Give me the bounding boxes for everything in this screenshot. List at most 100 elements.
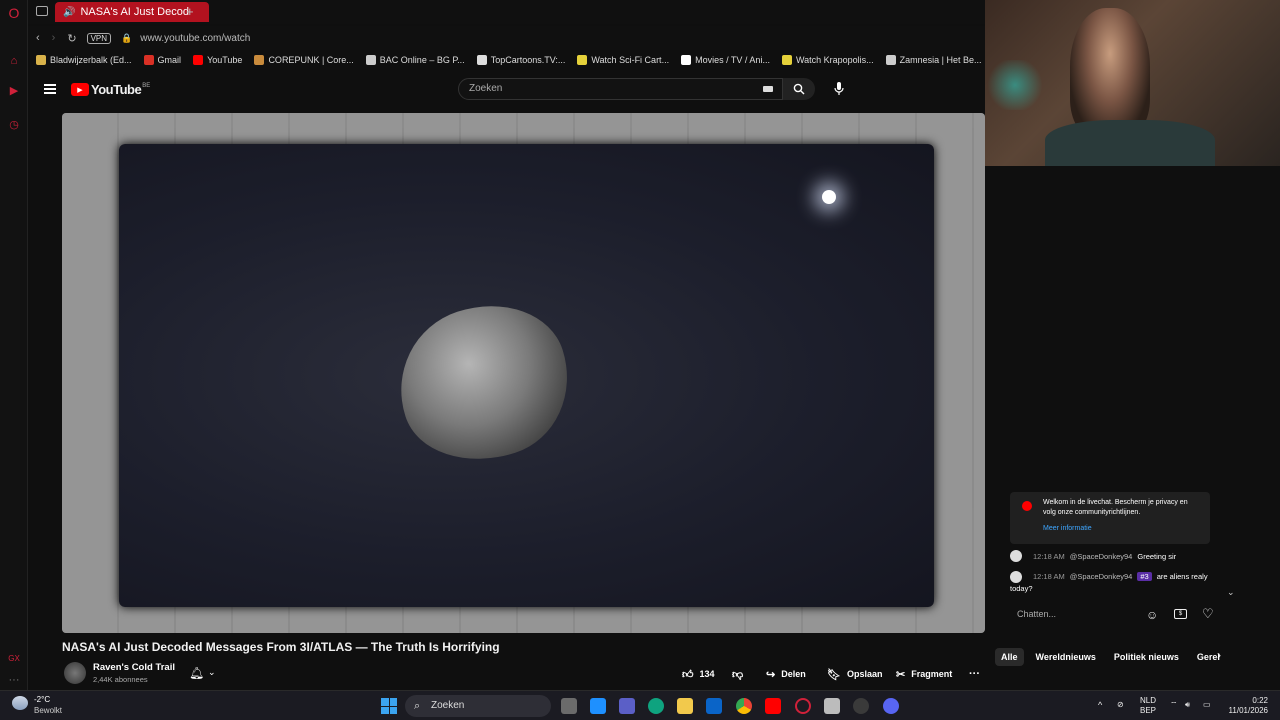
- edge-icon[interactable]: [648, 698, 664, 714]
- bookmark-item[interactable]: Zamnesia | Het Be...: [885, 55, 982, 65]
- outlook-icon[interactable]: [706, 698, 722, 714]
- chat-message: 12:18 AM @SpaceDonkey94 Greeting sir: [1010, 550, 1176, 562]
- settings-icon[interactable]: [853, 698, 869, 714]
- bookmark-item[interactable]: Movies / TV / Ani...: [681, 55, 770, 65]
- emoji-icon[interactable]: ☺: [1146, 608, 1158, 622]
- asteroid: [379, 284, 589, 482]
- store-icon[interactable]: [590, 698, 606, 714]
- volume-icon[interactable]: 🔊︎: [1185, 700, 1190, 710]
- bell-icon[interactable]: 🔔︎: [189, 666, 204, 680]
- windows-taskbar: -2°C Bewolkt ⌕ Zoeken ^ ⊘ NLD BEP ⌔ 🔊︎ ▭…: [0, 690, 1280, 720]
- teams-icon[interactable]: [619, 698, 635, 714]
- corepunk-icon: [254, 55, 265, 65]
- chevron-down-icon[interactable]: ⌄: [208, 667, 216, 678]
- channel-avatar[interactable]: [64, 662, 86, 684]
- weather-icon[interactable]: [12, 696, 28, 710]
- forward-icon[interactable]: ›: [52, 32, 56, 44]
- gx-icon[interactable]: GX: [6, 650, 22, 666]
- weather-desc[interactable]: Bewolkt: [34, 706, 62, 715]
- save-button[interactable]: 🔖︎ Opslaan: [827, 664, 882, 684]
- youtube-badge-icon: [1022, 501, 1032, 511]
- taskbar-search[interactable]: ⌕ Zoeken: [405, 695, 551, 717]
- youtube-logo[interactable]: ▶ YouTube BE: [71, 82, 150, 97]
- like-button[interactable]: 👍︎ 134: [682, 664, 715, 684]
- krapopolis-icon: [781, 55, 792, 65]
- scroll-down-icon[interactable]: ⌄: [1227, 587, 1235, 598]
- menu-icon[interactable]: [44, 84, 56, 94]
- subscriber-count: 2,44K abonnees: [93, 675, 148, 684]
- avatar: [1010, 550, 1022, 562]
- bookmark-item[interactable]: YouTube: [193, 55, 242, 65]
- keyboard-icon[interactable]: [763, 86, 773, 92]
- live-chat-panel: [995, 166, 1240, 638]
- folder-icon: [36, 55, 46, 65]
- shopping-icon[interactable]: ⌂: [6, 53, 22, 69]
- channel-name[interactable]: Raven's Cold Trail: [93, 662, 175, 673]
- clip-button[interactable]: ✂ Fragment: [896, 664, 952, 684]
- chevron-right-icon[interactable]: ›: [1217, 648, 1221, 662]
- super-chat-icon[interactable]: $: [1174, 609, 1187, 619]
- search-button[interactable]: [783, 78, 815, 100]
- youtube-sidebar-icon[interactable]: ▶: [6, 82, 22, 98]
- scissors-icon: ✂: [896, 668, 906, 681]
- youtube-header: ▶ YouTube BE Zoeken: [28, 72, 985, 108]
- bookmark-item[interactable]: COREPUNK | Core...: [254, 55, 354, 65]
- tab-title: NASA's AI Just Decod: [80, 6, 189, 18]
- bookmark-item[interactable]: Gmail: [143, 55, 181, 65]
- bookmark-item[interactable]: Watch Krapopolis...: [781, 55, 874, 65]
- mic-icon[interactable]: [833, 81, 845, 97]
- search-icon: [793, 83, 805, 95]
- url-field[interactable]: www.youtube.com/watch: [140, 33, 250, 44]
- bookmark-item[interactable]: Bladwijzerbalk (Ed...: [36, 55, 132, 65]
- calculator-icon[interactable]: [824, 698, 840, 714]
- discord-icon[interactable]: [883, 698, 899, 714]
- search-icon: ⌕: [414, 700, 421, 712]
- more-icon[interactable]: ···: [6, 672, 22, 688]
- chip-wereldnieuws[interactable]: Wereldnieuws: [1030, 648, 1102, 666]
- history-icon[interactable]: ◷: [6, 116, 22, 132]
- wifi-icon[interactable]: ⌔: [1170, 700, 1178, 710]
- video-player[interactable]: [62, 113, 985, 633]
- more-actions-icon[interactable]: ···: [969, 664, 980, 684]
- heart-icon[interactable]: ♡: [1202, 606, 1214, 622]
- clock[interactable]: 0:22 11/01/2026: [1224, 696, 1268, 716]
- chat-input[interactable]: Chatten...: [1017, 609, 1056, 619]
- reload-icon[interactable]: ↻: [67, 32, 76, 45]
- dislike-button[interactable]: 👎︎: [732, 664, 743, 684]
- webcam-shoulders: [1045, 120, 1215, 166]
- network-off-icon[interactable]: ⊘: [1117, 700, 1124, 710]
- chip-politiek-nieuws[interactable]: Politiek nieuws: [1108, 648, 1185, 666]
- share-button[interactable]: ↪ Delen: [766, 664, 806, 684]
- task-view-icon[interactable]: [561, 698, 577, 714]
- member-badge: #3: [1137, 572, 1152, 581]
- chrome-icon[interactable]: [736, 698, 752, 714]
- lock-icon[interactable]: 🔒: [121, 33, 132, 44]
- youtube-app-icon[interactable]: [765, 698, 781, 714]
- battery-icon[interactable]: ▭: [1203, 700, 1211, 710]
- bookmark-item[interactable]: Watch Sci-Fi Cart...: [577, 55, 669, 65]
- opera-logo-icon[interactable]: O: [6, 5, 22, 21]
- opera-gx-icon[interactable]: [795, 698, 811, 714]
- more-info-link[interactable]: Meer informatie: [1043, 524, 1202, 534]
- bookmark-item[interactable]: BAC Online – BG P...: [365, 55, 465, 65]
- chip-alle[interactable]: Alle: [995, 648, 1024, 666]
- back-icon[interactable]: ‹: [36, 32, 40, 44]
- new-tab-button[interactable]: +: [186, 4, 194, 19]
- vpn-badge[interactable]: VPN: [86, 32, 112, 44]
- gmail-icon: [143, 55, 154, 65]
- tab-bar: 🔊 NASA's AI Just Decod +: [28, 0, 985, 24]
- star-light: [822, 190, 836, 204]
- bookmark-item[interactable]: TopCartoons.TV:...: [476, 55, 565, 65]
- share-icon: ↪: [766, 668, 776, 681]
- webcam-light: [985, 60, 1045, 110]
- file-explorer-icon[interactable]: [677, 698, 693, 714]
- search-input[interactable]: Zoeken: [458, 78, 783, 100]
- play-icon: [681, 55, 692, 65]
- bookmark-icon: 🔖︎: [827, 668, 841, 681]
- language-indicator[interactable]: NLD BEP: [1140, 696, 1156, 716]
- weather-temp[interactable]: -2°C: [34, 695, 50, 704]
- tab-menu-icon[interactable]: [36, 6, 48, 16]
- windows-start-icon[interactable]: [381, 698, 397, 714]
- video-frame: [119, 144, 934, 607]
- tray-chevron-icon[interactable]: ^: [1098, 700, 1102, 710]
